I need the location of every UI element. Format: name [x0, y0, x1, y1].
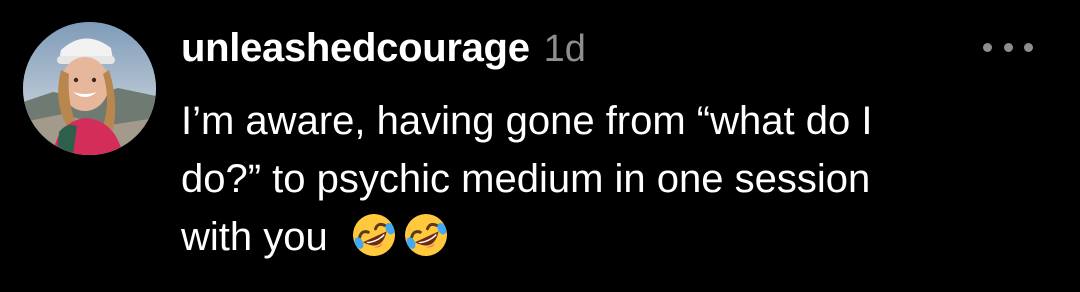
emoji-group — [349, 210, 451, 260]
more-horizontal-icon — [1003, 42, 1013, 52]
rolling-on-floor-laughing-emoji — [352, 214, 395, 257]
avatar-photo — [23, 22, 156, 155]
timestamp: 1d — [543, 28, 586, 70]
comment-line-last: with you — [181, 208, 1001, 266]
avatar[interactable] — [23, 22, 156, 155]
username[interactable]: unleashedcourage — [181, 26, 530, 71]
comment-line: I’m aware, having gone from “what do I — [181, 99, 873, 143]
more-horizontal-icon — [983, 42, 992, 52]
comment-line: with you — [181, 215, 328, 259]
comment: unleashedcourage 1d I’m aware, having go… — [0, 0, 1080, 292]
comment-header: unleashedcourage 1d — [181, 26, 586, 78]
rolling-on-floor-laughing-emoji — [404, 214, 447, 257]
comment-line: do?” to psychic medium in one session — [181, 157, 871, 201]
more-horizontal-icon — [1024, 42, 1033, 52]
more-options-button[interactable] — [983, 40, 1033, 54]
comment-body: I’m aware, having gone from “what do I d… — [181, 92, 1001, 266]
